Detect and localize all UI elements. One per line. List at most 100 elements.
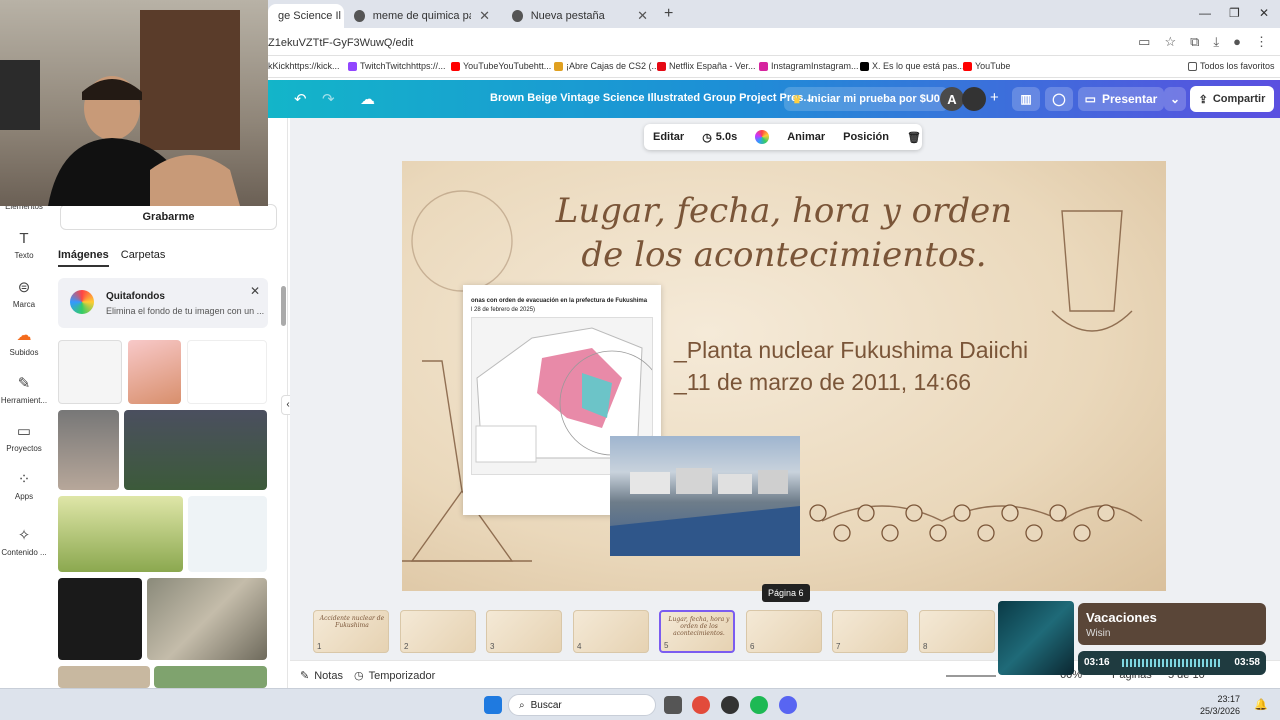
maximize-icon[interactable]: ❐ <box>1229 6 1240 20</box>
power-plant-photo[interactable] <box>610 436 800 556</box>
image-thumbnail[interactable] <box>154 666 267 688</box>
close-icon[interactable]: ✕ <box>479 8 490 24</box>
slide-text-line-2[interactable]: _11 de marzo de 2011, 14:66 <box>674 369 971 396</box>
image-thumbnail[interactable] <box>147 578 267 660</box>
bookmark-x[interactable]: X. Es lo que está pas... <box>860 61 965 71</box>
page-thumbnail[interactable]: 8 <box>919 610 995 653</box>
waveform <box>1122 659 1222 667</box>
extensions-icon[interactable]: ⧉ <box>1190 34 1199 50</box>
timer-button[interactable]: ◷ Temporizador <box>354 669 435 683</box>
notification-icon[interactable]: 🔔 <box>1254 698 1268 711</box>
slide-title[interactable]: Lugar, fecha, hora y orden de los aconte… <box>402 189 1166 277</box>
tab-meme[interactable]: meme de quimica para termina ✕ <box>344 4 500 28</box>
image-thumbnail[interactable] <box>124 410 267 490</box>
rail-projects[interactable]: ▭ Proyectos <box>0 422 48 453</box>
edit-button[interactable]: Editar <box>644 131 693 143</box>
page-thumbnail[interactable]: 3 <box>486 610 562 653</box>
url-field[interactable]: Z1ekuVZTtF-GyF3WuwQ/edit <box>268 37 413 49</box>
page-thumbnail-selected[interactable]: Lugar, fecha, hora y orden de los aconte… <box>659 610 735 653</box>
webcam-overlay <box>0 0 268 206</box>
animate-button[interactable]: Animar <box>778 131 834 143</box>
rail-content[interactable]: ✧ Contenido ... <box>0 526 48 557</box>
page-thumbnail[interactable]: 7 <box>832 610 908 653</box>
image-thumbnail[interactable] <box>187 340 267 404</box>
page-thumbnail[interactable]: 4 <box>573 610 649 653</box>
undo-icon[interactable]: ↶ <box>294 90 307 108</box>
bookmark-kick[interactable]: kKickhttps://kick... <box>268 61 340 71</box>
discord-icon[interactable] <box>779 696 797 714</box>
slide-text-line-1[interactable]: _Planta nuclear Fukushima Daiichi <box>674 337 1028 364</box>
spotify-icon[interactable] <box>750 696 768 714</box>
system-clock[interactable]: 23:17 25/3/2026 <box>1200 693 1240 717</box>
quitafondos-card[interactable]: Quitafondos Elimina el fondo de tu image… <box>58 278 268 328</box>
redo-icon[interactable]: ↷ <box>322 90 335 108</box>
menu-icon[interactable]: ⋮ <box>1255 34 1268 50</box>
element-toolbar: Editar ◷ 5.0s Animar Posición 🗑 <box>644 124 922 150</box>
track-title: Vacaciones <box>1086 610 1157 625</box>
taskbar-search[interactable]: ⌕ Buscar <box>508 694 656 716</box>
chrome-icon[interactable] <box>692 696 710 714</box>
task-view-icon[interactable] <box>664 696 682 714</box>
record-button[interactable]: Grabarme <box>60 204 277 230</box>
rail-uploads[interactable]: ☁ Subidos <box>0 326 48 357</box>
app-icon[interactable] <box>721 696 739 714</box>
image-thumbnail[interactable] <box>58 578 142 660</box>
tab-images[interactable]: Imágenes <box>58 249 109 267</box>
download-icon[interactable]: ⤓ <box>1213 34 1219 50</box>
page-thumbnail[interactable]: 6 <box>746 610 822 653</box>
chevron-down-icon[interactable]: ⌄ <box>1164 87 1186 111</box>
album-art <box>998 601 1074 675</box>
all-favorites[interactable]: Todos los favoritos <box>1188 61 1275 71</box>
close-window-icon[interactable]: ✕ <box>1259 6 1269 20</box>
bookmark-twitch[interactable]: TwitchTwitchhttps://... <box>348 61 446 71</box>
share-button[interactable]: ⇪ Compartir <box>1190 86 1274 112</box>
avatar-photo[interactable] <box>962 87 986 111</box>
star-icon[interactable]: ☆ <box>1164 34 1176 50</box>
upload-icon: ☁ <box>16 327 32 344</box>
rail-apps[interactable]: ⁘ Apps <box>0 470 48 501</box>
notes-button[interactable]: ✎ Notas <box>300 669 343 683</box>
rail-tools[interactable]: ✎ Herramient... <box>0 374 48 405</box>
panel-scrollbar[interactable] <box>281 286 286 326</box>
add-collaborator-icon[interactable]: + <box>990 89 999 106</box>
minimize-icon[interactable]: — <box>1199 6 1211 20</box>
image-thumbnail[interactable] <box>188 496 267 572</box>
bookmark-instagram[interactable]: InstagramInstagram... <box>759 61 859 71</box>
windows-start-icon[interactable] <box>484 696 502 714</box>
bookmark-cs2[interactable]: ¡Abre Cajas de CS2 (... <box>554 61 659 71</box>
comment-icon[interactable]: ◯ <box>1045 87 1073 111</box>
document-title[interactable]: Brown Beige Vintage Science Illustrated … <box>490 92 813 104</box>
close-icon[interactable]: ✕ <box>250 284 260 298</box>
tab-folders[interactable]: Carpetas <box>121 249 166 267</box>
bookmark-youtube[interactable]: YouTubeYouTubehtt... <box>451 61 551 71</box>
new-tab-icon[interactable]: + <box>664 5 673 23</box>
cloud-save-icon[interactable]: ☁ <box>360 90 375 108</box>
slide-canvas[interactable]: Lugar, fecha, hora y orden de los aconte… <box>402 161 1166 591</box>
bookmark-netflix[interactable]: Netflix España - Ver... <box>657 61 756 71</box>
image-thumbnail[interactable] <box>58 340 122 404</box>
image-thumbnail[interactable] <box>128 340 181 404</box>
trash-icon[interactable]: 🗑 <box>898 131 930 144</box>
image-thumbnail[interactable] <box>58 496 183 572</box>
duration-button[interactable]: ◷ 5.0s <box>693 131 746 144</box>
bookmark-youtube-2[interactable]: YouTube <box>963 61 1010 71</box>
zoom-slider[interactable] <box>946 675 996 677</box>
tab-canva[interactable]: ge Science Il ✕ <box>268 4 344 28</box>
position-button[interactable]: Posición <box>834 131 898 143</box>
rail-text[interactable]: T Texto <box>0 230 48 260</box>
install-icon[interactable]: ▭ <box>1138 34 1150 50</box>
insights-icon[interactable]: ▥ <box>1012 87 1040 111</box>
close-icon[interactable]: ✕ <box>637 8 648 24</box>
image-thumbnail[interactable] <box>58 410 119 490</box>
image-thumbnail[interactable] <box>58 666 150 688</box>
webcam-person-image <box>0 10 240 206</box>
page-thumbnail[interactable]: Accidente nuclear de Fukushima 1 <box>313 610 389 653</box>
profile-icon[interactable]: ● <box>1233 34 1241 50</box>
rail-brand[interactable]: ⊜ Marca <box>0 278 48 309</box>
avatar[interactable]: A <box>940 87 964 111</box>
tab-new[interactable]: Nueva pestaña ✕ <box>502 4 658 28</box>
color-button[interactable] <box>746 130 778 144</box>
page-thumbnail[interactable]: 2 <box>400 610 476 653</box>
start-trial-button[interactable]: ♛ Iniciar mi prueba por $U0 <box>784 87 948 111</box>
present-button[interactable]: ▭ Presentar <box>1078 87 1164 111</box>
